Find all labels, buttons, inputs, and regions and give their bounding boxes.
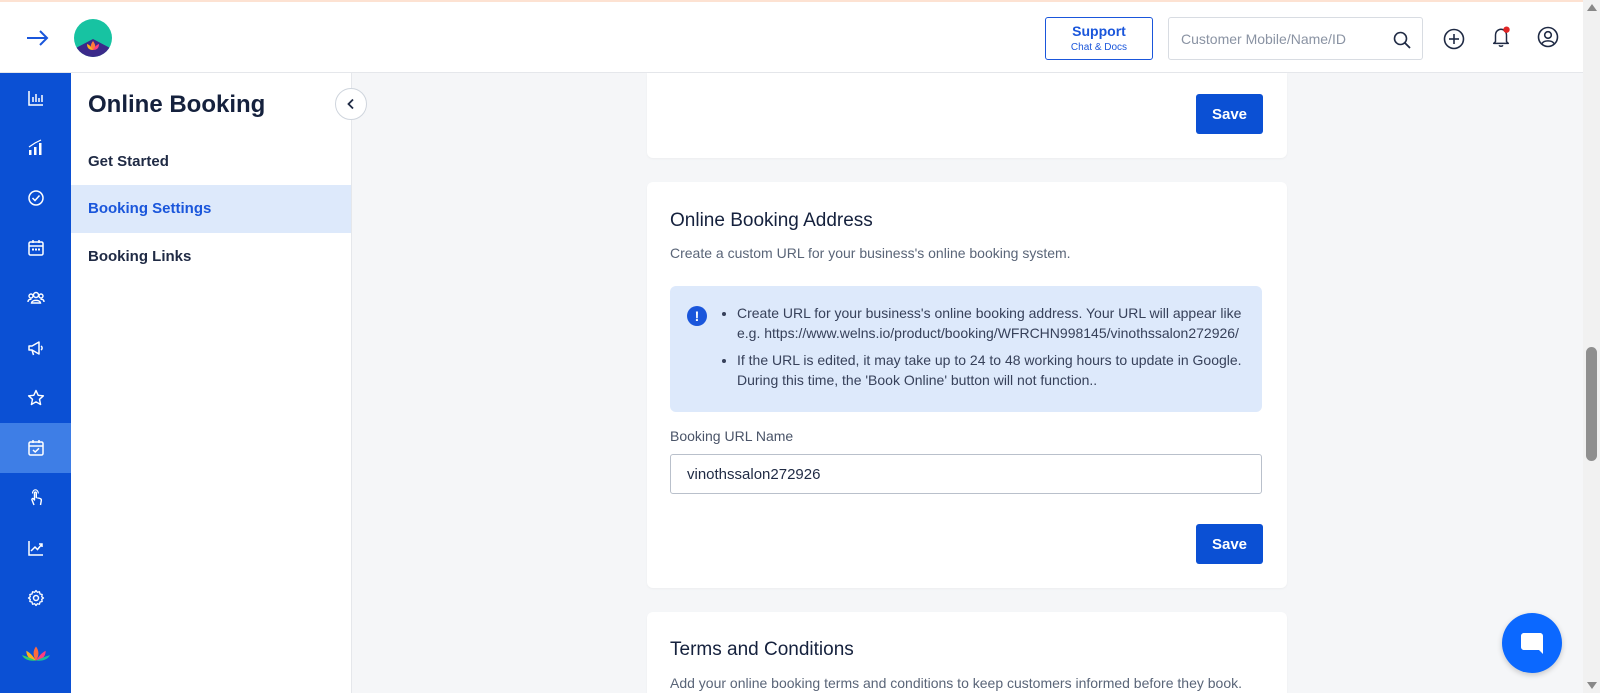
- users-icon: [26, 291, 45, 304]
- terms-card: Terms and Conditions Add your online boo…: [647, 612, 1287, 693]
- add-circle-icon[interactable]: [1443, 28, 1465, 50]
- sidebar-item-get-started[interactable]: Get Started: [71, 138, 351, 186]
- url-info-box: ! Create URL for your business's online …: [670, 286, 1262, 412]
- calendar-icon: [27, 240, 44, 256]
- gear-icon: [27, 589, 44, 607]
- booking-address-description: Create a custom URL for your business's …: [670, 245, 1071, 261]
- rail-item-calendar[interactable]: [0, 223, 71, 273]
- bar-chart-icon: [27, 91, 43, 106]
- rail-item-stats[interactable]: [0, 123, 71, 173]
- rail-item-reports[interactable]: [0, 523, 71, 573]
- rail-item-dashboard[interactable]: [0, 73, 71, 123]
- info-item-url-format: Create URL for your business's online bo…: [737, 303, 1252, 343]
- chat-button[interactable]: [1502, 613, 1562, 673]
- booking-address-title: Online Booking Address: [670, 210, 873, 231]
- online-booking-sidebar: Online Booking Get Started Booking Setti…: [71, 73, 352, 693]
- save-button-address[interactable]: Save: [1196, 524, 1263, 564]
- search-icon[interactable]: [1392, 30, 1412, 50]
- signal-bars-icon: [28, 139, 41, 155]
- user-profile-icon[interactable]: [1537, 26, 1559, 48]
- sidebar-item-booking-settings[interactable]: Booking Settings: [71, 185, 351, 233]
- rail-item-engagement[interactable]: [0, 473, 71, 523]
- arrow-right-icon[interactable]: [24, 26, 52, 50]
- info-icon: !: [687, 306, 707, 326]
- star-icon: [27, 389, 44, 406]
- save-button-top[interactable]: Save: [1196, 94, 1263, 134]
- bell-icon[interactable]: [1490, 26, 1512, 48]
- megaphone-icon: [27, 341, 43, 356]
- sidebar-item-booking-links[interactable]: Booking Links: [71, 233, 351, 281]
- icon-rail: [0, 73, 71, 693]
- scroll-up-arrow-icon[interactable]: [1587, 4, 1597, 11]
- page-scrollbar[interactable]: [1583, 0, 1600, 693]
- booking-address-card: Online Booking Address Create a custom U…: [647, 182, 1287, 588]
- lotus-logo-icon: [21, 646, 50, 661]
- info-item-update-delay: If the URL is edited, it may take up to …: [737, 350, 1252, 390]
- scroll-down-arrow-icon[interactable]: [1587, 682, 1597, 689]
- booking-url-input[interactable]: [670, 454, 1262, 494]
- collapse-sidebar-button[interactable]: [335, 88, 367, 120]
- support-label: Support: [1072, 23, 1126, 39]
- rail-item-online-booking[interactable]: [0, 423, 71, 473]
- top-header: Support Chat & Docs: [0, 0, 1583, 73]
- rail-brand-logo: [0, 629, 71, 679]
- customer-search-input[interactable]: [1181, 28, 1381, 50]
- rail-item-tasks[interactable]: [0, 173, 71, 223]
- check-circle-icon: [27, 190, 44, 206]
- terms-description: Add your online booking terms and condit…: [670, 675, 1242, 691]
- rail-item-settings[interactable]: [0, 573, 71, 623]
- settings-card-top: Save: [647, 73, 1287, 158]
- chevron-left-icon: [347, 98, 354, 110]
- scrollbar-thumb[interactable]: [1586, 347, 1597, 461]
- rail-item-marketing[interactable]: [0, 323, 71, 373]
- rail-item-customers[interactable]: [0, 273, 71, 323]
- terms-title: Terms and Conditions: [670, 639, 854, 660]
- support-button[interactable]: Support Chat & Docs: [1045, 17, 1153, 60]
- customer-search: [1168, 17, 1423, 60]
- chat-bubble-icon: [1521, 633, 1543, 654]
- calendar-check-icon: [27, 440, 44, 456]
- brand-logo: [74, 19, 112, 57]
- hand-pointer-icon: [30, 489, 42, 506]
- rail-item-reviews[interactable]: [0, 373, 71, 423]
- info-list: Create URL for your business's online bo…: [737, 303, 1252, 397]
- support-sublabel: Chat & Docs: [1070, 42, 1128, 53]
- booking-url-label: Booking URL Name: [670, 428, 794, 444]
- trend-chart-icon: [27, 541, 43, 556]
- sidebar-title: Online Booking: [88, 91, 266, 118]
